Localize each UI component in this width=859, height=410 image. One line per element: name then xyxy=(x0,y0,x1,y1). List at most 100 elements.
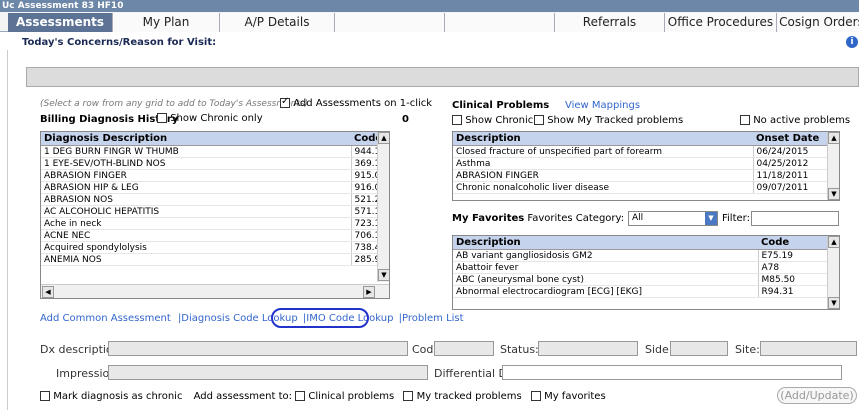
cell-description: ABRASION HIP & LEG xyxy=(41,181,351,194)
tab-my-plan[interactable]: My Plan xyxy=(113,13,220,32)
billing-row[interactable]: ANEMIA NOS 285.9 xyxy=(41,253,389,266)
favorite-row[interactable]: ABC (aneurysmal bone cyst) M85.50 xyxy=(453,273,839,286)
show-chronic-only-checkbox[interactable] xyxy=(157,113,167,123)
scroll-down-icon[interactable]: ▼ xyxy=(828,188,839,200)
scroll-down-icon[interactable]: ▼ xyxy=(828,297,839,309)
billing-vscroll[interactable]: ▲ ▼ xyxy=(377,132,389,282)
billing-grid: Diagnosis Description Code 1 DEG BURN FI… xyxy=(40,131,390,299)
code-field[interactable] xyxy=(434,341,494,356)
problem-row[interactable]: Chronic nonalcoholic liver disease 09/07/… xyxy=(453,181,839,194)
mark-chronic-label: Mark diagnosis as chronic xyxy=(53,391,183,402)
tab-referrals[interactable]: Referrals xyxy=(555,13,665,32)
dx-description-field[interactable] xyxy=(108,341,408,356)
clinical-option[interactable]: Clinical problems xyxy=(295,391,397,402)
favorite-row[interactable]: Abattoir fever A78 xyxy=(453,261,839,274)
cell-description: ABRASION NOS xyxy=(41,193,351,206)
window-title: Uc Assessment 83 HF10 xyxy=(0,0,859,12)
concerns-label: Today's Concerns/Reason for Visit: xyxy=(22,37,217,48)
billing-row[interactable]: Ache in neck 723.1 xyxy=(41,217,389,230)
problem-row[interactable]: Asthma 04/25/2012 xyxy=(453,157,839,170)
tab-ap-details[interactable]: A/P Details xyxy=(220,13,335,32)
site-field[interactable] xyxy=(760,341,857,356)
billing-count: 0 xyxy=(402,114,409,125)
favorites-title: My Favorites xyxy=(452,213,525,224)
add-one-click-option[interactable]: Add Assessments on 1-click xyxy=(280,96,432,109)
cell-description: AC ALCOHOLIC HEPATITIS xyxy=(41,205,351,218)
favorites-header: My Favorites Favorites Category: xyxy=(452,213,624,224)
cell-description: ABC (aneurysmal bone cyst) xyxy=(453,273,758,286)
add-one-click-checkbox[interactable] xyxy=(280,96,290,108)
billing-row[interactable]: ABRASION FINGER 915.0 xyxy=(41,169,389,182)
show-chronic-option[interactable]: Show Chronic xyxy=(452,115,533,126)
site-label: Site: xyxy=(735,343,760,356)
billing-row[interactable]: 1 DEG BURN FINGR W THUMB 944.14 xyxy=(41,145,389,158)
favorites-option[interactable]: My favorites xyxy=(530,391,606,402)
billing-row[interactable]: ABRASION HIP & LEG 916.0 xyxy=(41,181,389,194)
problem-list-link[interactable]: |Problem List xyxy=(399,313,464,324)
cell-description: ANEMIA NOS xyxy=(41,253,351,266)
show-tracked-checkbox[interactable] xyxy=(534,115,544,125)
tracked-option[interactable]: My tracked problems xyxy=(403,391,524,402)
cell-description: ABRASION FINGER xyxy=(41,169,351,182)
side-field[interactable] xyxy=(670,341,728,356)
bottom-options: Mark diagnosis as chronic Add assessment… xyxy=(40,391,606,402)
chevron-down-icon[interactable]: ▼ xyxy=(705,212,717,225)
mark-chronic-checkbox[interactable] xyxy=(40,391,50,401)
billing-row[interactable]: AC ALCOHOLIC HEPATITIS 571.1 xyxy=(41,205,389,218)
favorite-row[interactable]: Abnormal electrocardiogram [ECG] [EKG] R9… xyxy=(453,285,839,298)
billing-row[interactable]: ABRASION NOS 521.20 xyxy=(41,193,389,206)
cell-description: ACNE NEC xyxy=(41,229,351,242)
scroll-down-icon[interactable]: ▼ xyxy=(378,269,389,281)
scroll-right-icon[interactable]: ▶ xyxy=(363,286,375,298)
billing-row[interactable]: 1 EYE-SEV/OTH-BLIND NOS 369.11 xyxy=(41,157,389,170)
tab-cosign-orders[interactable]: Cosign Orders xyxy=(777,13,859,32)
view-mappings-link[interactable]: View Mappings xyxy=(565,100,640,111)
col-diagnosis-description[interactable]: Diagnosis Description xyxy=(41,132,351,146)
favorites-category-select[interactable]: All ▼ xyxy=(628,211,718,226)
add-common-assessment-link[interactable]: Add Common Assessment xyxy=(40,313,171,324)
add-to-label: Add assessment to: xyxy=(193,391,293,402)
concerns-input[interactable] xyxy=(26,67,859,87)
billing-row[interactable]: Acquired spondylolysis 738.4 xyxy=(41,241,389,254)
scroll-up-icon[interactable]: ▲ xyxy=(378,132,389,144)
no-active-option[interactable]: No active problems xyxy=(740,115,850,126)
cell-description: 1 DEG BURN FINGR W THUMB xyxy=(41,145,351,158)
show-tracked-option[interactable]: Show My Tracked problems xyxy=(534,115,683,126)
favorites-checkbox[interactable] xyxy=(530,391,541,401)
cell-description: AB variant gangliosidosis GM2 xyxy=(453,249,758,262)
problem-row[interactable]: ABRASION FINGER 11/18/2011 xyxy=(453,169,839,182)
problem-row[interactable]: Closed fracture of unspecified part of f… xyxy=(453,145,839,158)
favorites-vscroll[interactable]: ▲ ▼ xyxy=(827,236,839,309)
impression-field[interactable] xyxy=(108,365,428,380)
tab-office-procedures[interactable]: Office Procedures xyxy=(665,13,777,32)
favorite-row[interactable]: AB variant gangliosidosis GM2 E75.19 xyxy=(453,249,839,262)
status-label: Status: xyxy=(500,343,539,356)
clinical-problems-grid: Description Onset Date Closed fracture o… xyxy=(452,131,840,201)
scroll-up-icon[interactable]: ▲ xyxy=(828,236,839,248)
add-update-button[interactable]: (Add/Update) xyxy=(777,387,857,404)
clinical-checkbox[interactable] xyxy=(295,391,306,401)
show-chronic-only-option[interactable]: Show Chronic only xyxy=(157,113,263,124)
tracked-checkbox[interactable] xyxy=(403,391,414,401)
status-field[interactable] xyxy=(538,341,638,356)
cell-description: ABRASION FINGER xyxy=(453,169,753,182)
billing-row[interactable]: ACNE NEC 706.1 xyxy=(41,229,389,242)
show-chronic-checkbox[interactable] xyxy=(452,115,462,125)
clinical-label: Clinical problems xyxy=(308,391,395,402)
differential-field[interactable] xyxy=(502,365,842,380)
favorites-label: My favorites xyxy=(544,391,606,402)
filter-input[interactable] xyxy=(751,211,839,226)
clinical-vscroll[interactable]: ▲ ▼ xyxy=(827,132,839,200)
cell-description: Ache in neck xyxy=(41,217,351,230)
tab-blank-2[interactable] xyxy=(445,13,555,32)
mark-chronic-option[interactable]: Mark diagnosis as chronic xyxy=(40,391,186,402)
billing-hscroll[interactable]: ◀ ▶ xyxy=(41,284,389,298)
tab-blank-1[interactable] xyxy=(335,13,445,32)
no-active-checkbox[interactable] xyxy=(740,115,750,125)
info-icon[interactable]: i xyxy=(846,36,858,48)
scroll-left-icon[interactable]: ◀ xyxy=(42,286,54,298)
col-problem-description[interactable]: Description xyxy=(453,132,753,146)
col-favorite-description[interactable]: Description xyxy=(453,236,758,250)
tab-assessments[interactable]: Assessments xyxy=(8,13,113,32)
scroll-up-icon[interactable]: ▲ xyxy=(828,132,839,144)
